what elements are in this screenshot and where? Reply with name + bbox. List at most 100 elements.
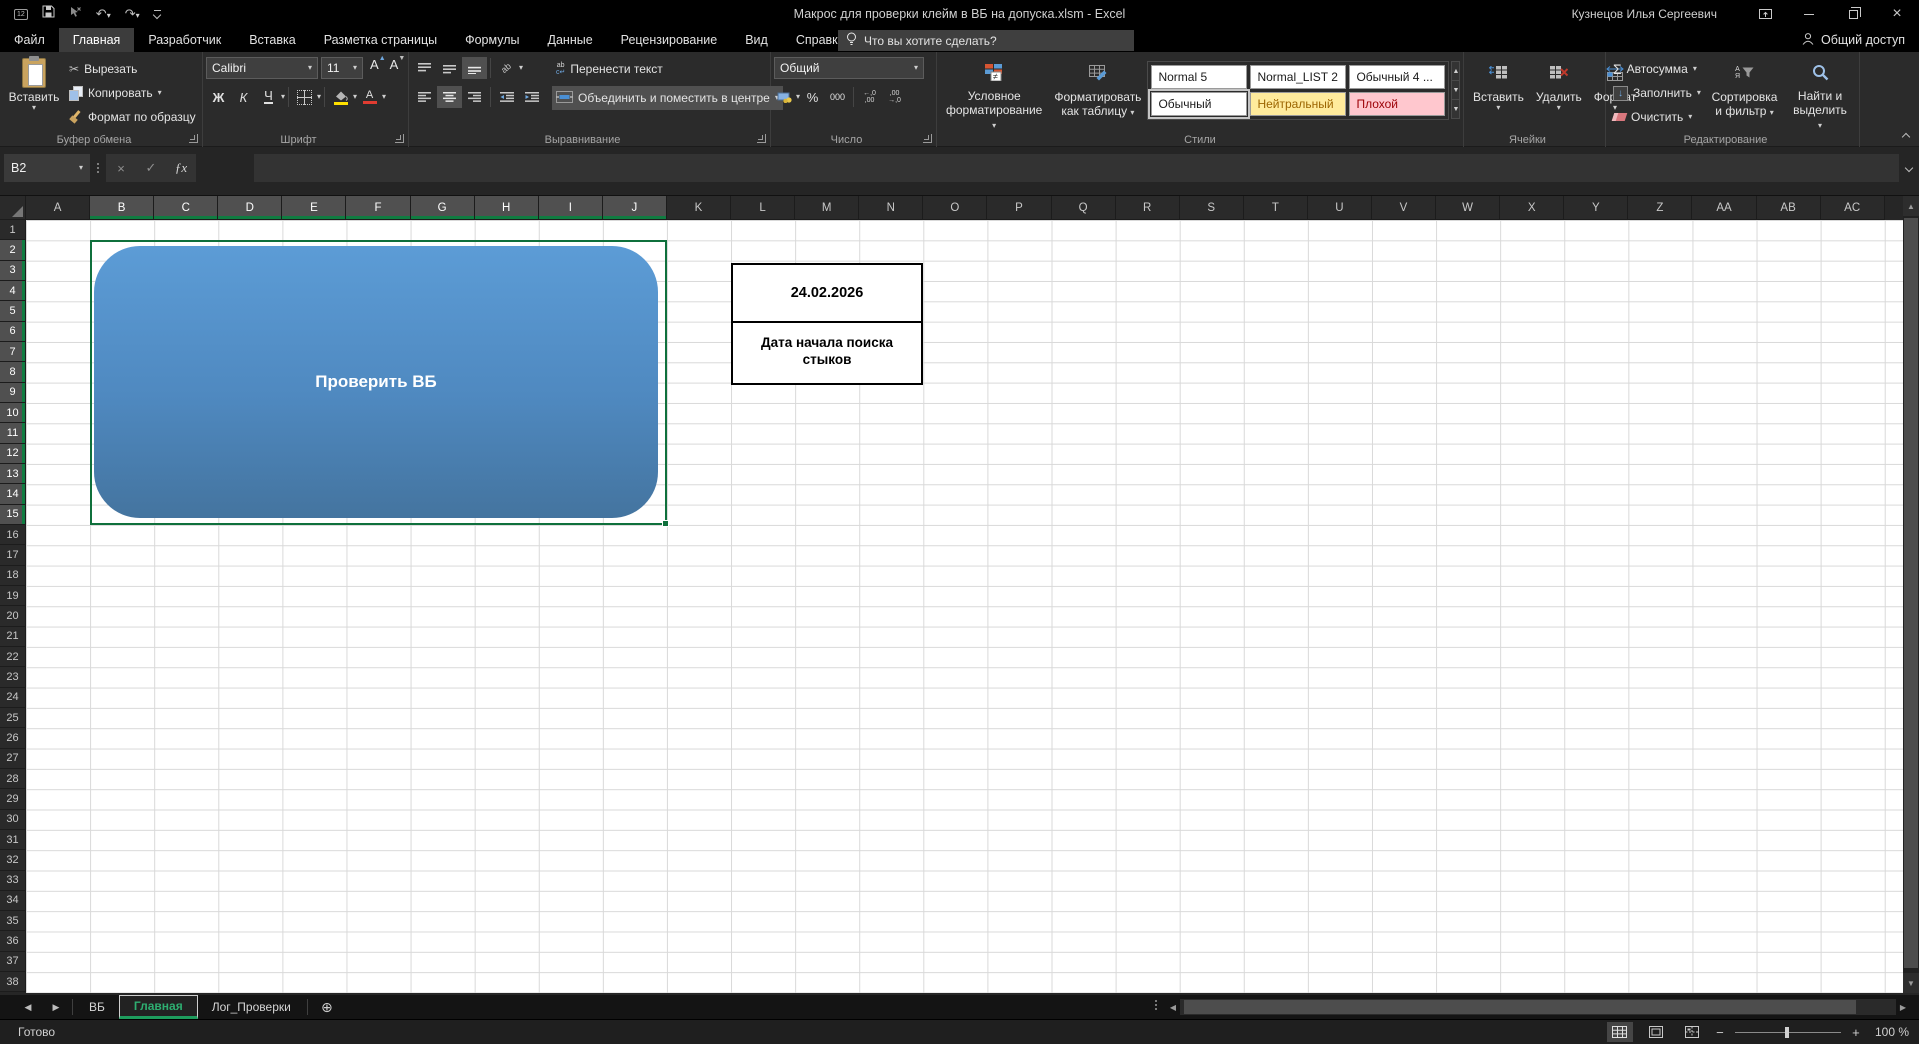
column-header-B[interactable]: B xyxy=(90,196,154,220)
row-header-27[interactable]: 27 xyxy=(0,749,26,769)
row-header-7[interactable]: 7 xyxy=(0,342,26,362)
column-header-D[interactable]: D xyxy=(218,196,282,220)
minimize-button[interactable] xyxy=(1787,0,1831,28)
gallery-up-button[interactable]: ▲ xyxy=(1452,62,1459,81)
ribbon-tab-Разметка страницы[interactable]: Разметка страницы xyxy=(310,28,451,52)
borders-button[interactable] xyxy=(292,86,317,108)
column-header-F[interactable]: F xyxy=(346,196,410,220)
row-header-31[interactable]: 31 xyxy=(0,830,26,850)
zoom-slider[interactable] xyxy=(1735,1032,1841,1033)
row-header-37[interactable]: 37 xyxy=(0,952,26,972)
format-as-table-button[interactable]: Форматировать как таблицу ▾ xyxy=(1048,55,1147,131)
align-top-button[interactable] xyxy=(412,57,437,79)
gallery-more-button[interactable]: ▼ xyxy=(1452,100,1459,118)
orientation-dropdown[interactable]: ▾ xyxy=(519,64,523,72)
style-item-Normal 5[interactable]: Normal 5 xyxy=(1151,65,1247,89)
format-painter-button[interactable]: Формат по образцу xyxy=(65,105,200,129)
column-header-K[interactable]: K xyxy=(667,196,731,220)
row-header-30[interactable]: 30 xyxy=(0,810,26,830)
expand-formula-bar-icon[interactable] xyxy=(1905,164,1913,172)
gallery-down-button[interactable]: ▼ xyxy=(1452,81,1459,100)
ribbon-display-options-button[interactable] xyxy=(1743,0,1787,28)
column-header-R[interactable]: R xyxy=(1116,196,1180,220)
row-header-21[interactable]: 21 xyxy=(0,627,26,647)
confirm-entry-icon[interactable]: ✓ xyxy=(136,160,166,176)
row-header-20[interactable]: 20 xyxy=(0,606,26,626)
style-item-Normal_LIST 2[interactable]: Normal_LIST 2 xyxy=(1250,65,1346,89)
zoom-in-button[interactable]: + xyxy=(1851,1025,1861,1040)
row-header-9[interactable]: 9 xyxy=(0,383,26,403)
column-header-Q[interactable]: Q xyxy=(1052,196,1116,220)
wrap-text-button[interactable]: abc↵ Перенести текст xyxy=(552,57,783,81)
column-header-J[interactable]: J xyxy=(603,196,667,220)
italic-button[interactable]: К xyxy=(231,86,256,108)
column-header-T[interactable]: T xyxy=(1244,196,1308,220)
formula-input[interactable] xyxy=(254,154,1899,182)
increase-indent-button[interactable] xyxy=(519,86,544,108)
row-header-24[interactable]: 24 xyxy=(0,688,26,708)
share-button[interactable]: Общий доступ xyxy=(1801,28,1905,52)
ribbon-tab-Рецензирование[interactable]: Рецензирование xyxy=(607,28,732,52)
fill-handle[interactable] xyxy=(662,520,669,527)
horizontal-scroll-thumb[interactable] xyxy=(1184,1000,1856,1014)
row-header-11[interactable]: 11 xyxy=(0,423,26,443)
accounting-format-button[interactable] xyxy=(774,86,796,108)
row-header-4[interactable]: 4 xyxy=(0,281,26,301)
row-header-15[interactable]: 15 xyxy=(0,505,26,525)
row-header-35[interactable]: 35 xyxy=(0,911,26,931)
row-header-5[interactable]: 5 xyxy=(0,301,26,321)
column-header-C[interactable]: C xyxy=(154,196,218,220)
cancel-entry-icon[interactable]: × xyxy=(106,161,136,176)
ribbon-tab-Формулы[interactable]: Формулы xyxy=(451,28,533,52)
grow-font-button[interactable]: А▲ xyxy=(366,57,383,79)
column-header-I[interactable]: I xyxy=(539,196,603,220)
save-icon[interactable] xyxy=(42,5,55,23)
vertical-scrollbar[interactable]: ▲ ▼ xyxy=(1903,196,1919,993)
font-dialog-launcher[interactable] xyxy=(395,134,404,143)
ribbon-tab-Главная[interactable]: Главная xyxy=(59,28,135,52)
column-header-S[interactable]: S xyxy=(1180,196,1244,220)
shrink-font-button[interactable]: А▼ xyxy=(386,57,403,79)
style-item-Нейтральный[interactable]: Нейтральный xyxy=(1250,92,1346,116)
comma-style-button[interactable]: 000 xyxy=(825,86,850,108)
ribbon-tab-Данные[interactable]: Данные xyxy=(534,28,607,52)
copy-button[interactable]: Копировать▾ xyxy=(65,81,200,105)
number-format-combo[interactable]: Общий▾ xyxy=(774,57,924,79)
macro-button-shape[interactable]: Проверить ВБ xyxy=(94,246,658,518)
bold-button[interactable]: Ж xyxy=(206,86,231,108)
number-dialog-launcher[interactable] xyxy=(923,134,932,143)
align-middle-button[interactable] xyxy=(437,57,462,79)
tab-scroll-splitter[interactable] xyxy=(1155,1000,1157,1010)
row-header-13[interactable]: 13 xyxy=(0,464,26,484)
align-right-button[interactable] xyxy=(462,86,487,108)
row-header-25[interactable]: 25 xyxy=(0,708,26,728)
zoom-out-button[interactable]: − xyxy=(1715,1025,1725,1040)
page-layout-view-button[interactable] xyxy=(1643,1022,1669,1042)
style-item-Плохой[interactable]: Плохой xyxy=(1349,92,1445,116)
align-left-button[interactable] xyxy=(412,86,437,108)
column-header-O[interactable]: O xyxy=(923,196,987,220)
scroll-down-icon[interactable]: ▼ xyxy=(1903,973,1919,993)
close-button[interactable]: × xyxy=(1875,0,1919,28)
row-header-28[interactable]: 28 xyxy=(0,769,26,789)
row-header-12[interactable]: 12 xyxy=(0,444,26,464)
column-header-AA[interactable]: AA xyxy=(1692,196,1756,220)
find-select-button[interactable]: Найти и выделить ▾ xyxy=(1784,55,1856,131)
row-header-16[interactable]: 16 xyxy=(0,525,26,545)
row-header-14[interactable]: 14 xyxy=(0,484,26,504)
column-header-U[interactable]: U xyxy=(1308,196,1372,220)
redo-icon[interactable]: ↷▾ xyxy=(125,6,140,22)
restore-button[interactable] xyxy=(1831,0,1875,28)
sheet-tab-Лог_Проверки[interactable]: Лог_Проверки xyxy=(198,995,305,1019)
row-header-26[interactable]: 26 xyxy=(0,728,26,748)
increase-decimal-button[interactable]: ←,0,00 xyxy=(857,86,882,108)
row-header-18[interactable]: 18 xyxy=(0,566,26,586)
column-header-AB[interactable]: AB xyxy=(1757,196,1821,220)
column-header-X[interactable]: X xyxy=(1500,196,1564,220)
date-value-cell[interactable]: 24.02.2026 xyxy=(733,265,921,323)
underline-button[interactable]: Ч xyxy=(256,86,281,108)
font-size-combo[interactable]: 11▾ xyxy=(321,57,363,79)
decrease-indent-button[interactable] xyxy=(494,86,519,108)
column-header-Y[interactable]: Y xyxy=(1564,196,1628,220)
date-caption-cell[interactable]: Дата начала поиска стыков xyxy=(733,323,921,379)
